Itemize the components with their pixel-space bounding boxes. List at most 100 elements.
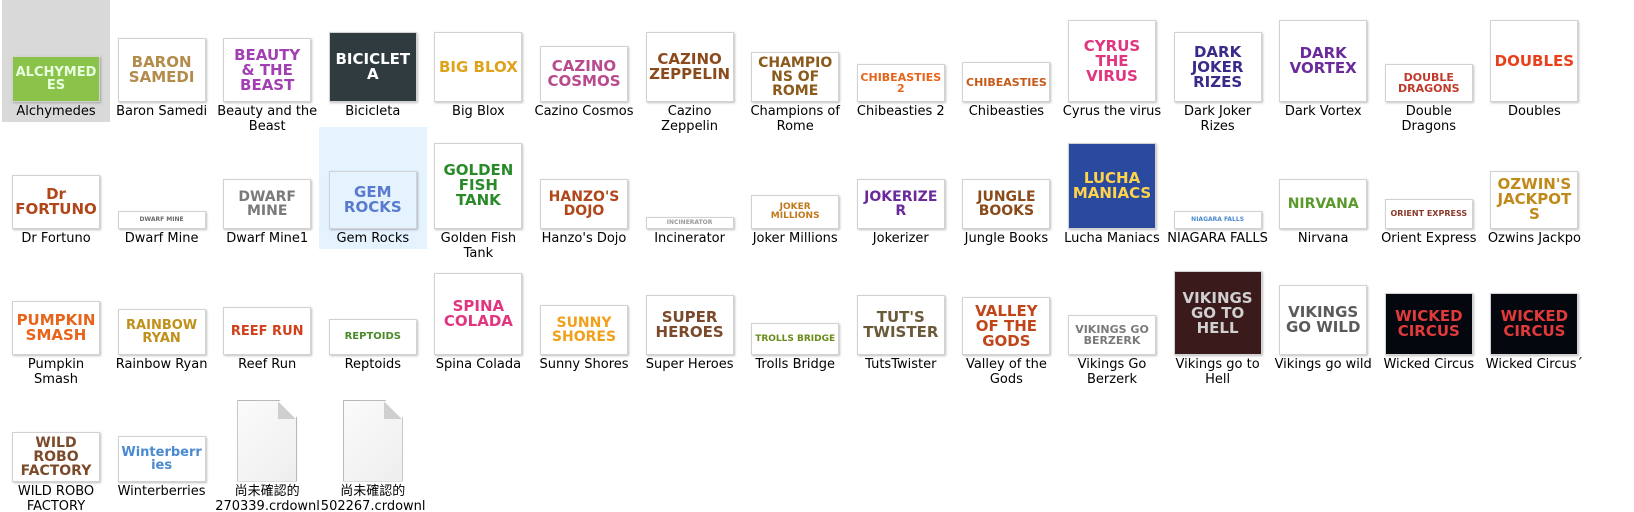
file-item-dwarf-mine1[interactable]: DWARF MINE Dwarf Mine1 <box>213 127 321 249</box>
file-item-reef-run[interactable]: REEF RUN Reef Run <box>213 253 321 375</box>
file-item-niagara-falls[interactable]: NIAGARA FALLS NIAGARA FALLS <box>1164 127 1272 249</box>
game-logo: BICICLETA <box>328 32 417 102</box>
thumbnail: INCINERATOR <box>645 145 734 229</box>
file-item-pumpkin-smash[interactable]: PUMPKIN SMASH Pumpkin Smash <box>2 253 110 387</box>
game-logo: CAZINO COSMOS <box>540 46 628 102</box>
game-logo: GOLDEN FISH TANK <box>434 142 523 229</box>
file-item-cyrus-the-virus[interactable]: CYRUS THE VIRUS Cyrus the virus <box>1058 0 1166 122</box>
file-item-reptoids[interactable]: REPTOIDS Reptoids <box>319 253 427 375</box>
file-item-ozwins-jackpots[interactable]: OZWIN'S JACKPOTS Ozwins Jackpo <box>1480 127 1588 249</box>
file-item-incinerator[interactable]: INCINERATOR Incinerator <box>636 127 744 249</box>
file-item-file-2[interactable]: 尚未確認的 502267.crdownl <box>319 380 427 512</box>
file-item-champions-of-rome[interactable]: CHAMPIONS OF ROME Champions of Rome <box>741 0 849 134</box>
file-item-gem-rocks[interactable]: GEM ROCKS Gem Rocks <box>318 126 427 249</box>
file-item-orient-express[interactable]: ORIENT EXPRESS Orient Express <box>1375 127 1483 249</box>
thumbnail <box>223 398 311 482</box>
file-item-alchymedes[interactable]: ALCHYMEDES Alchymedes <box>2 0 110 122</box>
file-item-baron-samedi[interactable]: BARON SAMEDI Baron Samedi <box>108 0 216 122</box>
file-item-dark-joker-rizes[interactable]: DARK JOKER RIZES Dark Joker Rizes <box>1164 0 1272 134</box>
file-item-rainbow-ryan[interactable]: RAINBOW RYAN Rainbow Ryan <box>108 253 216 375</box>
game-logo: SUNNY SHORES <box>540 305 628 355</box>
file-item-cazino-cosmos[interactable]: CAZINO COSMOS Cazino Cosmos <box>530 0 638 122</box>
file-item-chibeasties-2[interactable]: CHIBEASTIES 2 Chibeasties 2 <box>847 0 955 122</box>
thumbnail: NIAGARA FALLS <box>1173 145 1262 229</box>
file-item-dwarf-mine[interactable]: DWARF MINE Dwarf Mine <box>108 127 216 249</box>
file-name: Cyrus the virus <box>1062 104 1162 119</box>
thumbnail: VIKINGS GO BERZERK <box>1068 271 1156 355</box>
file-name: Dark Vortex <box>1284 104 1362 119</box>
file-name: Trolls Bridge <box>755 357 835 372</box>
thumbnail <box>329 398 417 482</box>
file-item-jungle-books[interactable]: JUNGLE BOOKS Jungle Books <box>952 127 1060 249</box>
thumbnail: DWARF MINE <box>117 145 206 229</box>
thumbnail: VALLEY OF THE GODS <box>962 271 1051 355</box>
thumbnail: CAZINO ZEPPELIN <box>645 18 734 102</box>
file-item-vikings-go-berzerk[interactable]: VIKINGS GO BERZERK Vikings Go Berzerk <box>1058 253 1166 387</box>
thumbnail: DWARF MINE <box>223 145 312 229</box>
file-name: Rainbow Ryan <box>115 357 208 372</box>
file-item-joker-millions[interactable]: JOKER MILLIONS Joker Millions <box>741 127 849 249</box>
file-item-wild-robo-factory[interactable]: WILD ROBO FACTORY WILD ROBO FACTORY <box>2 380 110 512</box>
game-logo: JOKER MILLIONS <box>751 194 840 229</box>
page-fold-icon <box>278 400 297 419</box>
thumbnail: BIG BLOX <box>434 18 523 102</box>
file-item-spina-colada[interactable]: SPINA COLADA Spina Colada <box>424 253 532 375</box>
game-logo: ALCHYMEDES <box>12 56 100 102</box>
file-item-trolls-bridge[interactable]: TROLLS BRIDGE Trolls Bridge <box>741 253 849 375</box>
game-logo: DARK VORTEX <box>1279 20 1368 102</box>
file-item-tutstwister[interactable]: TUT'S TWISTER TutsTwister <box>847 253 955 375</box>
file-name: WILD ROBO FACTORY <box>17 483 95 512</box>
file-item-nirvana[interactable]: NIRVANA Nirvana <box>1269 127 1377 249</box>
game-logo: JUNGLE BOOKS <box>962 178 1051 229</box>
file-item-jokerizer[interactable]: JOKERIZER Jokerizer <box>847 127 955 249</box>
game-logo: CAZINO ZEPPELIN <box>645 32 734 102</box>
file-name: Reef Run <box>238 357 297 372</box>
file-item-hanzos-dojo[interactable]: HANZO'S DOJO Hanzo's Dojo <box>530 127 638 249</box>
game-logo: DOUBLES <box>1490 20 1579 102</box>
file-item-doubles[interactable]: DOUBLES Doubles <box>1480 0 1588 122</box>
thumbnail: CHAMPIONS OF ROME <box>751 18 840 102</box>
file-name: 尚未確認的 270339.crdownl <box>215 483 320 512</box>
game-logo: VIKINGS GO WILD <box>1279 285 1368 355</box>
thumbnail: DARK JOKER RIZES <box>1173 18 1262 102</box>
thumbnail: SPINA COLADA <box>434 271 523 355</box>
file-item-golden-fish-tank[interactable]: GOLDEN FISH TANK Golden Fish Tank <box>424 127 532 261</box>
file-item-winterberries[interactable]: Winterberries Winterberries <box>108 380 216 502</box>
file-name: Chibeasties <box>968 104 1045 119</box>
file-item-wicked-circus-2[interactable]: WICKED CIRCUS Wicked Circus´ <box>1480 253 1588 375</box>
file-item-wicked-circus[interactable]: WICKED CIRCUS Wicked Circus <box>1375 253 1483 375</box>
file-item-big-blox[interactable]: BIG BLOX Big Blox <box>424 0 532 122</box>
file-item-vikings-go-to-hell[interactable]: VIKINGS GO TO HELL Vikings go to Hell <box>1164 253 1272 387</box>
file-name: 尚未確認的 502267.crdownl <box>320 483 426 512</box>
thumbnail: JOKER MILLIONS <box>751 145 840 229</box>
file-name: Winterberries <box>117 483 206 499</box>
file-item-file-1[interactable]: 尚未確認的 270339.crdownl <box>213 380 321 512</box>
thumbnail: CHIBEASTIES 2 <box>856 18 945 102</box>
file-item-double-dragons[interactable]: DOUBLE DRAGONS Double Dragons <box>1375 0 1483 134</box>
file-name: Alchymedes <box>16 104 96 119</box>
file-item-lucha-maniacs[interactable]: LUCHA MANIACS Lucha Maniacs <box>1058 127 1166 249</box>
file-item-valley-of-the-gods[interactable]: VALLEY OF THE GODS Valley of the Gods <box>952 253 1060 387</box>
thumbnail: GOLDEN FISH TANK <box>434 142 523 229</box>
file-name: TutsTwister <box>865 357 937 372</box>
file-item-chibeasties[interactable]: CHIBEASTIES Chibeasties <box>952 0 1060 122</box>
file-name: NIAGARA FALLS <box>1167 230 1268 246</box>
file-name: Cazino Cosmos <box>534 104 634 119</box>
file-item-bicicleta[interactable]: BICICLETA Bicicleta <box>319 0 427 122</box>
file-name: Ozwins Jackpo <box>1487 230 1581 246</box>
game-logo: CHIBEASTIES 2 <box>856 64 945 102</box>
file-item-sunny-shores[interactable]: SUNNY SHORES Sunny Shores <box>530 253 638 375</box>
file-item-vikings-go-wild[interactable]: VIKINGS GO WILD Vikings go wild <box>1269 253 1377 375</box>
file-item-beauty-and-the-beast[interactable]: BEAUTY & THE BEAST Beauty and the Beast <box>213 0 321 134</box>
game-logo: DWARF MINE <box>223 178 312 229</box>
game-logo: WICKED CIRCUS <box>1490 293 1579 355</box>
file-item-dark-vortex[interactable]: DARK VORTEX Dark Vortex <box>1269 0 1377 122</box>
game-logo: SPINA COLADA <box>434 273 523 355</box>
file-name: Wicked Circus´ <box>1485 357 1583 372</box>
file-item-dr-fortuno[interactable]: Dr FORTUNO Dr Fortuno <box>2 127 110 249</box>
file-item-cazino-zeppelin[interactable]: CAZINO ZEPPELIN Cazino Zeppelin <box>636 0 744 134</box>
file-icon <box>237 399 298 482</box>
thumbnail: DOUBLE DRAGONS <box>1384 18 1473 102</box>
page-fold-icon <box>383 400 402 419</box>
file-item-super-heroes[interactable]: SUPER HEROES Super Heroes <box>636 253 744 375</box>
